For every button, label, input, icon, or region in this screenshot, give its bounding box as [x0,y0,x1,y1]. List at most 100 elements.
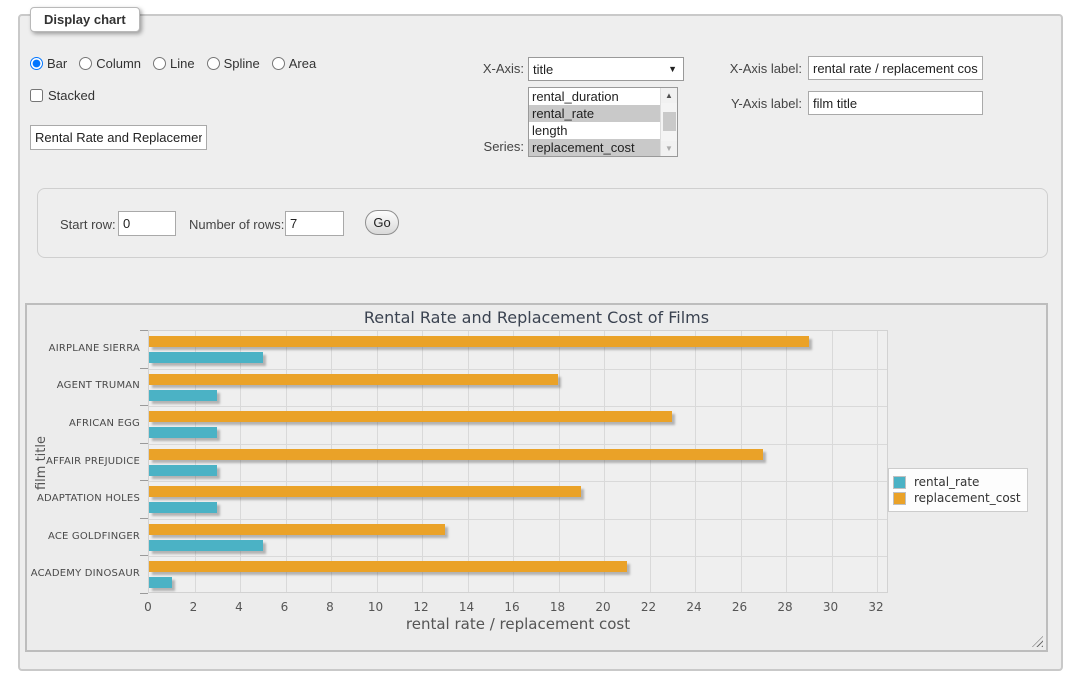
y-axis-tick [140,443,148,444]
gridline-vertical [559,331,560,592]
chart-type-label: Bar [47,56,67,71]
scroll-down-icon[interactable]: ▼ [661,141,677,156]
bar-rental_rate [149,540,263,551]
bar-replacement_cost [149,486,581,497]
gridline-vertical [695,331,696,592]
x-axis-tick-label: 24 [674,600,714,614]
y-axis-tick [140,555,148,556]
gridline-vertical [832,331,833,592]
x-axis-select[interactable]: title ▼ [528,57,684,81]
y-axis-tick [140,368,148,369]
legend-label: replacement_cost [906,491,1021,505]
gridline-horizontal [149,406,887,407]
legend-label: rental_rate [906,475,979,489]
bar-replacement_cost [149,524,445,535]
chart-legend: rental_rate replacement_cost [888,468,1028,512]
gridline-vertical [786,331,787,592]
chart-type-radio-spline[interactable] [207,57,220,70]
chart-type-area[interactable]: Area [272,56,316,71]
legend-row: rental_rate [893,475,1021,489]
chevron-down-icon: ▼ [668,64,677,74]
bar-replacement_cost [149,449,763,460]
x-axis-tick-label: 6 [265,600,305,614]
x-axis-tick-label: 14 [447,600,487,614]
start-row-label: Start row: [60,217,116,232]
chart-plot-area [148,330,888,593]
bar-rental_rate [149,465,217,476]
stacked-checkbox[interactable] [30,89,43,102]
y-axis-tick [140,330,148,331]
x-axis-tick-label: 20 [583,600,623,614]
bar-rental_rate [149,390,217,401]
y-axis-tick [140,518,148,519]
bar-replacement_cost [149,561,627,572]
scrollbar-thumb[interactable] [663,112,676,131]
gridline-vertical [422,331,423,592]
x-axis-tick-label: 28 [765,600,805,614]
start-row-input[interactable] [118,211,176,236]
gridline-horizontal [149,556,887,557]
gridline-horizontal [149,369,887,370]
y-axis-label-input[interactable] [808,91,983,115]
number-of-rows-label: Number of rows: [189,217,284,232]
y-axis-title: film title [34,363,50,563]
series-scrollbar[interactable]: ▲ ▼ [660,88,677,156]
chart-type-radio-bar[interactable] [30,57,43,70]
gridline-vertical [741,331,742,592]
chart-type-radio-area[interactable] [272,57,285,70]
y-axis-tick [140,593,148,594]
x-axis-tick-label: 16 [492,600,532,614]
chart-type-radio-column[interactable] [79,57,92,70]
x-axis-tick-label: 10 [356,600,396,614]
gridline-vertical [240,331,241,592]
series-options: rental_durationrental_ratelengthreplacem… [529,88,660,156]
chart-type-label: Area [289,56,316,71]
chart-type-column[interactable]: Column [79,56,141,71]
x-axis-label-label: X-Axis label: [710,61,802,76]
chart-type-radio-group: Bar Column Line Spline Area [30,56,324,71]
series-option-rental_rate[interactable]: rental_rate [529,105,660,122]
series-list-label: Series: [440,139,524,154]
chart-title-input[interactable] [30,125,207,150]
x-axis-tick-label: 18 [538,600,578,614]
x-axis-tick-label: 4 [219,600,259,614]
stacked-row: Stacked [30,88,95,103]
resize-handle-icon[interactable] [1032,636,1043,647]
legend-swatch-replacement_cost [893,492,906,505]
chart-type-radio-line[interactable] [153,57,166,70]
chart-type-label: Spline [224,56,260,71]
category-label: ACADEMY DINOSAUR [27,568,140,579]
x-axis-label-input[interactable] [808,56,983,80]
y-axis-label-label: Y-Axis label: [710,96,802,111]
scroll-up-icon[interactable]: ▲ [661,88,677,103]
chart-type-bar[interactable]: Bar [30,56,67,71]
legend-row: replacement_cost [893,491,1021,505]
chart-container: Rental Rate and Replacement Cost of Film… [25,303,1048,652]
x-axis-select-label: X-Axis: [440,61,524,76]
page: Display chart BarColumnLineSplineArea St… [0,0,1081,681]
gridline-vertical [377,331,378,592]
series-listbox[interactable]: rental_durationrental_ratelengthreplacem… [528,87,678,157]
x-axis-tick-label: 32 [856,600,896,614]
series-option-rental_duration[interactable]: rental_duration [529,88,660,105]
x-axis-tick-label: 12 [401,600,441,614]
chart-type-label: Line [170,56,195,71]
go-button[interactable]: Go [365,210,399,235]
x-axis-tick-label: 8 [310,600,350,614]
bar-replacement_cost [149,411,672,422]
chart-type-label: Column [96,56,141,71]
x-axis-tick-label: 26 [720,600,760,614]
gridline-vertical [468,331,469,592]
x-axis-tick-label: 22 [629,600,669,614]
gridline-vertical [286,331,287,592]
chart-type-spline[interactable]: Spline [207,56,260,71]
bar-rental_rate [149,352,263,363]
gridline-horizontal [149,444,887,445]
chart-title: Rental Rate and Replacement Cost of Film… [27,308,1046,327]
series-option-length[interactable]: length [529,122,660,139]
bar-rental_rate [149,427,217,438]
chart-type-line[interactable]: Line [153,56,195,71]
series-option-replacement_cost[interactable]: replacement_cost [529,139,660,156]
number-of-rows-input[interactable] [285,211,344,236]
gridline-vertical [650,331,651,592]
